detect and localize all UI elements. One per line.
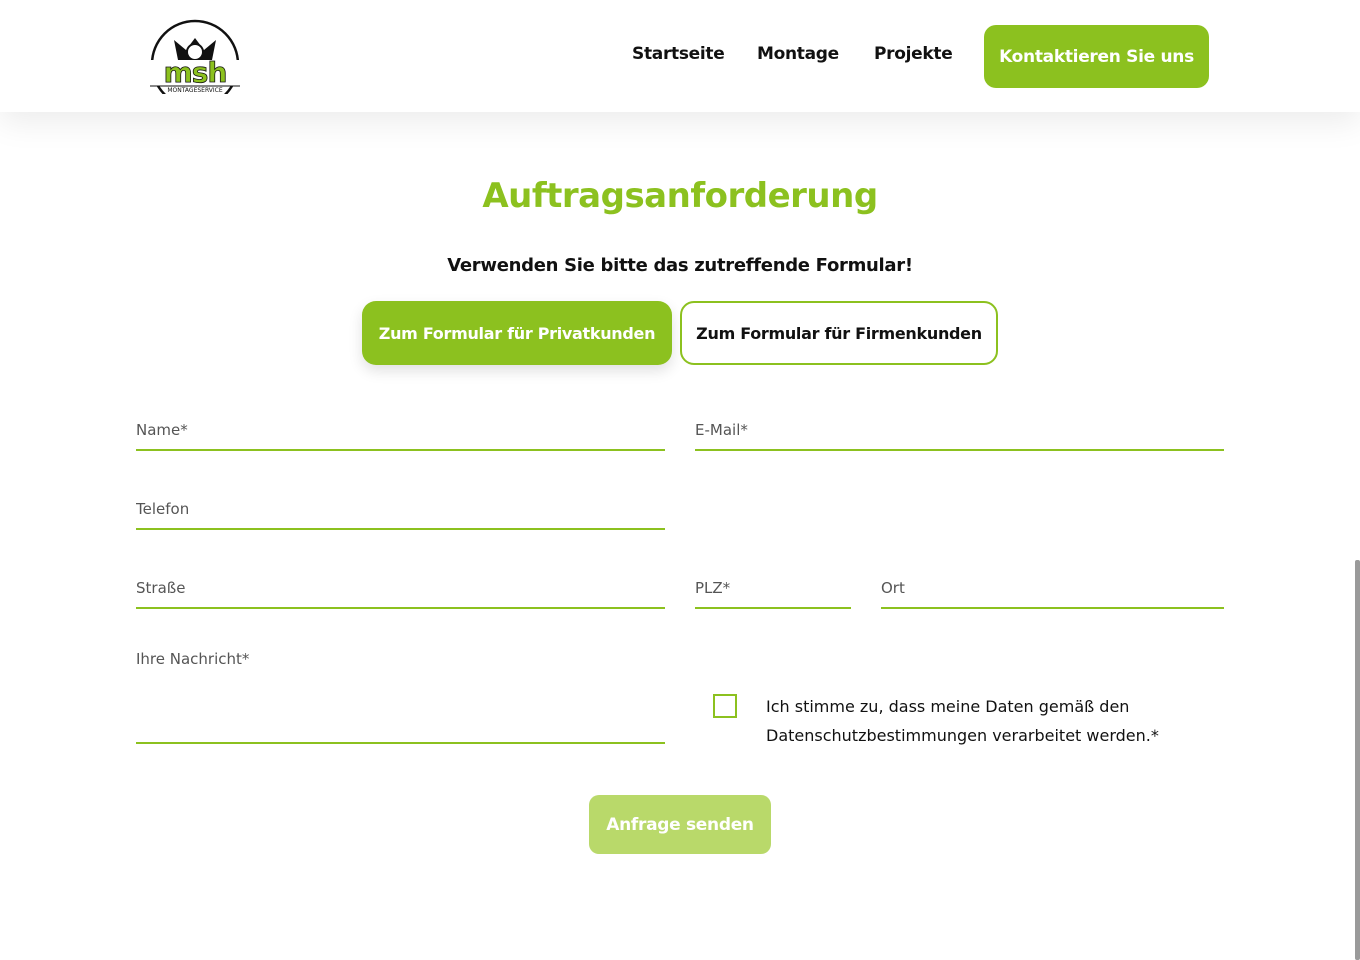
page-title: Auftragsanforderung [482,176,878,216]
name-field[interactable] [136,410,665,449]
name-field-wrapper [136,410,665,451]
consent-text: Ich stimme zu, dass meine Daten gemäß de… [766,697,1159,745]
city-field[interactable] [881,568,1224,607]
nav-startseite[interactable]: Startseite [632,44,725,64]
site-header: msh MONTAGESERVICE Startseite Montage Pr… [0,0,1360,112]
contact-button[interactable]: Kontaktieren Sie uns [984,25,1209,88]
consent-checkbox[interactable] [713,694,737,718]
message-field-wrapper [136,650,665,744]
msh-logo[interactable]: msh MONTAGESERVICE [148,18,242,109]
street-field[interactable] [136,568,665,607]
private-form-button[interactable]: Zum Formular für Privatkunden [362,301,672,365]
zip-field-wrapper [695,568,851,609]
zip-field[interactable] [695,568,851,607]
page-scrollbar[interactable] [1355,560,1360,960]
svg-text:MONTAGESERVICE: MONTAGESERVICE [167,87,223,94]
nav-projekte[interactable]: Projekte [874,44,953,64]
nav-montage[interactable]: Montage [757,44,839,64]
city-field-wrapper [881,568,1224,609]
email-field[interactable] [695,410,1224,449]
phone-field-wrapper [136,489,665,530]
submit-button[interactable]: Anfrage senden [589,795,771,854]
phone-field[interactable] [136,489,665,528]
svg-text:msh: msh [164,56,227,89]
email-field-wrapper [695,410,1224,451]
message-field[interactable] [136,650,665,742]
street-field-wrapper [136,568,665,609]
company-form-button[interactable]: Zum Formular für Firmenkunden [680,301,998,365]
form-subtitle: Verwenden Sie bitte das zutreffende Form… [447,255,913,276]
